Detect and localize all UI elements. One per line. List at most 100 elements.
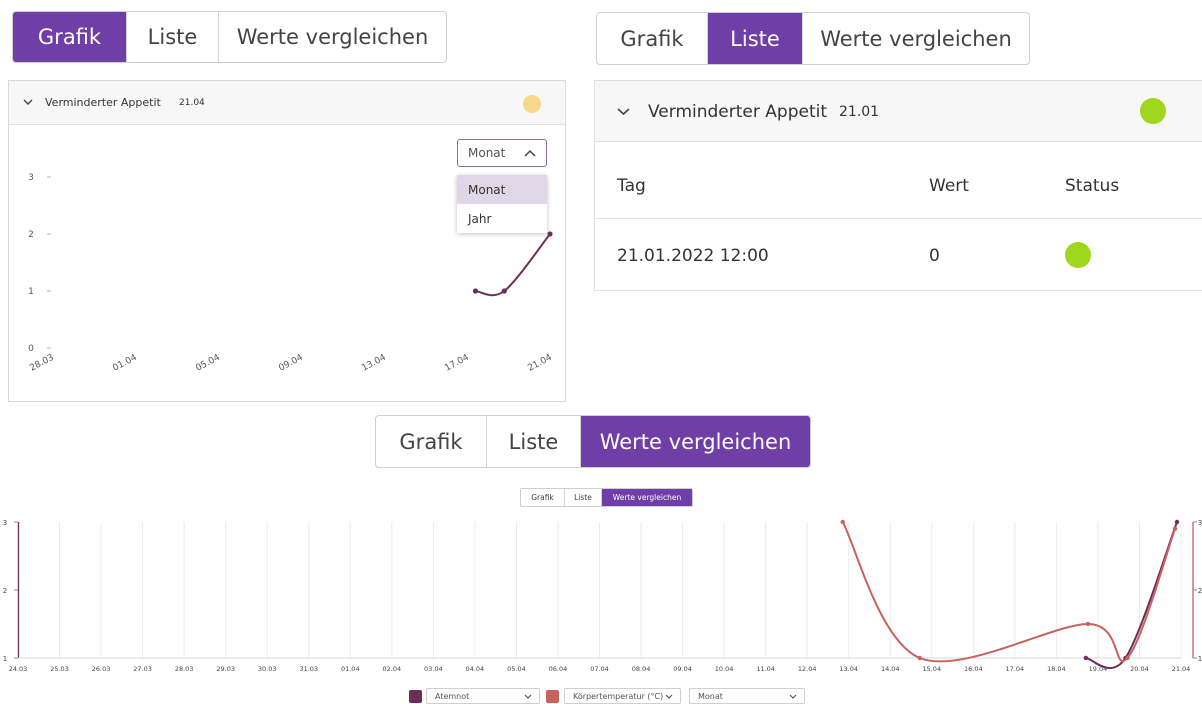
data-point — [1083, 655, 1089, 661]
series-line — [475, 233, 551, 297]
data-point — [501, 288, 507, 294]
graph-panel: Verminderter Appetit 21.04 Monat Monat J… — [8, 80, 566, 402]
chevron-down-icon[interactable] — [617, 107, 630, 116]
series1-select-value: Atemnot — [435, 691, 470, 701]
data-point — [1085, 621, 1091, 627]
series1-select[interactable]: Atemnot — [426, 688, 540, 704]
tab-grafik[interactable]: Grafik — [376, 416, 487, 467]
series2-color-swatch[interactable] — [546, 690, 559, 703]
tab-liste[interactable]: Liste — [565, 489, 602, 506]
x-tick-label: 25.03 — [50, 665, 69, 673]
chevron-down-icon — [665, 694, 673, 699]
tab-grafik[interactable]: Grafik — [597, 13, 708, 64]
tab-liste[interactable]: Liste — [127, 12, 219, 62]
x-tick-label: 28.03 — [175, 665, 194, 673]
column-header-status: Status — [1065, 176, 1120, 196]
tab-werte-vergleichen[interactable]: Werte vergleichen — [602, 489, 692, 506]
symptom-date: 21.04 — [179, 98, 205, 108]
y-tick-label-right: 1 — [1198, 655, 1202, 663]
series-line-2 — [841, 521, 1176, 663]
data-point — [840, 519, 845, 525]
x-tick-label: 27.03 — [133, 665, 152, 673]
y-tick-label: 2 — [3, 587, 7, 595]
x-tick-label: 13.04 — [360, 353, 388, 374]
x-tick-label: 17.04 — [1006, 665, 1025, 673]
x-tick-label: 29.03 — [216, 665, 235, 673]
x-tick-label: 15.04 — [922, 665, 941, 673]
tab-group-compare-view: Grafik Liste Werte vergleichen — [375, 415, 811, 468]
x-tick-label: 17.04 — [443, 353, 471, 374]
tab-grafik[interactable]: Grafik — [521, 489, 565, 506]
x-tick-label: 28.03 — [28, 353, 55, 374]
tab-werte-vergleichen[interactable]: Werte vergleichen — [581, 416, 810, 467]
x-tick-label: 21.04 — [1172, 665, 1191, 673]
row-status-dot — [1065, 242, 1091, 268]
tab-werte-vergleichen[interactable]: Werte vergleichen — [219, 12, 446, 62]
x-tick-label: 07.04 — [590, 665, 609, 673]
y-tick-label: 2 — [28, 230, 34, 240]
data-point — [1174, 519, 1180, 525]
x-tick-label: 14.04 — [881, 665, 900, 673]
y-tick-label: 1 — [28, 287, 34, 297]
x-tick-label: 10.04 — [715, 665, 734, 673]
chevron-down-icon — [789, 694, 797, 699]
x-tick-label: 02.04 — [383, 665, 402, 673]
tab-grafik[interactable]: Grafik — [13, 12, 127, 62]
period-select[interactable]: Monat — [457, 139, 547, 167]
x-tick-label: 03.04 — [424, 665, 443, 673]
chevron-up-icon — [524, 149, 536, 157]
tab-liste[interactable]: Liste — [487, 416, 581, 467]
tab-group-graph-view: Grafik Liste Werte vergleichen — [12, 11, 447, 63]
x-tick-label: 06.04 — [549, 665, 568, 673]
x-tick-label: 20.04 — [1130, 665, 1149, 673]
x-tick-label: 08.04 — [632, 665, 651, 673]
data-point — [547, 231, 553, 237]
data-point — [1172, 526, 1178, 531]
status-dot — [1140, 98, 1166, 124]
x-tick-label: 11.04 — [756, 665, 775, 673]
compare-period-select[interactable]: Monat — [689, 688, 805, 704]
compare-period-value: Monat — [698, 691, 723, 701]
column-header-wert: Wert — [929, 176, 969, 196]
data-point — [472, 288, 479, 294]
x-tick-label: 21.04 — [526, 353, 554, 374]
status-dot — [523, 95, 541, 113]
x-tick-label: 16.04 — [964, 665, 983, 673]
y-tick-label: 1 — [3, 655, 7, 663]
x-tick-label: 18.04 — [1047, 665, 1066, 673]
y-tick-label-right: 2 — [1198, 587, 1202, 595]
chevron-down-icon[interactable] — [23, 98, 33, 106]
data-point — [917, 655, 922, 661]
y-tick-label-right: 3 — [1198, 519, 1202, 527]
series2-select-value: Körpertemperatur (°C) — [573, 691, 664, 701]
period-select-value: Monat — [468, 146, 506, 160]
symptom-name: Verminderter Appetit — [648, 102, 827, 122]
series2-select[interactable]: Körpertemperatur (°C) — [564, 688, 681, 704]
y-tick-label: 3 — [3, 519, 7, 527]
x-tick-label: 04.04 — [466, 665, 485, 673]
x-tick-label: 31.03 — [299, 665, 318, 673]
symptom-name: Verminderter Appetit — [45, 96, 161, 109]
series1-color-swatch[interactable] — [409, 690, 422, 703]
list-panel-header[interactable]: Verminderter Appetit 21.01 — [595, 80, 1202, 142]
compare-line-chart: 24.03 25.03 26.03 27.03 28.03 29.03 30.03 31.03… — [3, 519, 1202, 673]
x-tick-label: 12.04 — [798, 665, 817, 673]
x-tick-label: 01.04 — [341, 665, 360, 673]
graph-panel-header[interactable]: Verminderter Appetit 21.04 — [9, 81, 565, 125]
x-tick-label: 05.04 — [507, 665, 526, 673]
x-tick-label: 24.03 — [9, 665, 28, 673]
series-line-1 — [1085, 521, 1178, 669]
x-tick-label: 30.03 — [258, 665, 277, 673]
x-tick-label: 26.03 — [92, 665, 111, 673]
tab-liste[interactable]: Liste — [708, 13, 803, 64]
row-tag: 21.01.2022 12:00 — [617, 246, 769, 266]
column-header-tag: Tag — [617, 176, 646, 196]
x-tick-label: 09.04 — [673, 665, 692, 673]
list-panel: Verminderter Appetit 21.01 Tag Wert Stat… — [594, 80, 1202, 292]
tab-group-list-view: Grafik Liste Werte vergleichen — [596, 12, 1030, 65]
table-row: 21.01.2022 12:00 0 — [595, 219, 1202, 291]
tab-werte-vergleichen[interactable]: Werte vergleichen — [803, 13, 1029, 64]
data-point — [1125, 655, 1130, 661]
row-wert: 0 — [929, 246, 940, 266]
x-tick-label: 01.04 — [111, 353, 139, 374]
